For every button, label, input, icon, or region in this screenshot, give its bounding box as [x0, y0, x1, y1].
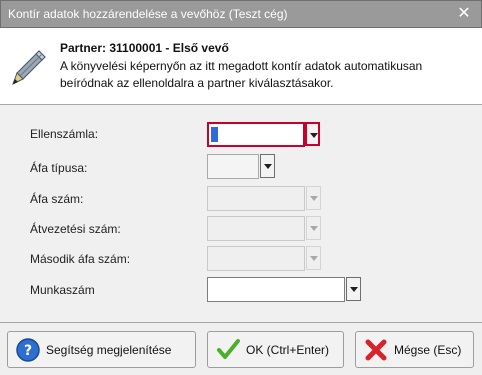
munkaszam-dropdown-button[interactable]: [346, 277, 361, 301]
help-button-label: Segítség megjelenítése: [46, 343, 172, 357]
help-button[interactable]: ? Segítség megjelenítése: [7, 331, 196, 368]
description-line-2: beíródnak az ellenoldalra a partner kivá…: [60, 76, 334, 90]
window-title: Kontír adatok hozzárendelése a vevőhöz (…: [8, 7, 288, 21]
label-ellenszamla: Ellenszámla:: [30, 127, 99, 141]
description-line-1: A könyvelési képernyőn az itt megadott k…: [60, 59, 423, 73]
afa-tipusa-select[interactable]: [207, 154, 259, 179]
afa-tipusa-dropdown-button[interactable]: [260, 154, 275, 178]
label-munkaszam: Munkaszám: [30, 283, 95, 297]
close-button[interactable]: ✕: [447, 1, 481, 28]
checkmark-icon: [217, 339, 240, 359]
pen-icon: [12, 50, 46, 86]
label-afa-tipusa: Áfa típusa:: [30, 161, 88, 175]
title-bar: Kontír adatok hozzárendelése a vevőhöz (…: [0, 0, 482, 28]
dialog-header: Partner: 31100001 - Első vevő A könyvelé…: [0, 28, 482, 102]
afa-szam-dropdown-button: [306, 186, 321, 210]
afa-szam-input: [207, 186, 305, 211]
label-atvezetesi-szam: Átvezetési szám:: [30, 222, 121, 236]
form-area: Ellenszámla: Áfa típusa: Áfa szám: Átvez…: [0, 105, 482, 322]
cancel-button[interactable]: Mégse (Esc): [355, 331, 474, 368]
cancel-button-label: Mégse (Esc): [394, 343, 462, 357]
atvezetesi-szam-dropdown-button: [306, 216, 321, 240]
svg-text:?: ?: [24, 343, 32, 359]
ok-button[interactable]: OK (Ctrl+Enter): [207, 331, 344, 368]
label-afa-szam: Áfa szám:: [30, 192, 84, 206]
x-icon: [365, 339, 387, 361]
atvezetesi-szam-input: [207, 216, 305, 241]
help-icon: ?: [16, 338, 40, 362]
text-cursor: [211, 127, 218, 142]
masodik-afa-szam-dropdown-button: [306, 246, 321, 270]
munkaszam-input[interactable]: [207, 277, 345, 302]
partner-title: Partner: 31100001 - Első vevő: [60, 41, 229, 55]
ellenszamla-dropdown-button[interactable]: [305, 122, 320, 146]
ok-button-label: OK (Ctrl+Enter): [246, 343, 330, 357]
masodik-afa-szam-input: [207, 246, 305, 271]
ellenszamla-input[interactable]: [207, 122, 305, 147]
close-icon: ✕: [457, 5, 471, 22]
label-masodik-afa-szam: Második áfa szám:: [30, 252, 131, 266]
button-bar: ? Segítség megjelenítése OK (Ctrl+Enter)…: [0, 323, 482, 375]
